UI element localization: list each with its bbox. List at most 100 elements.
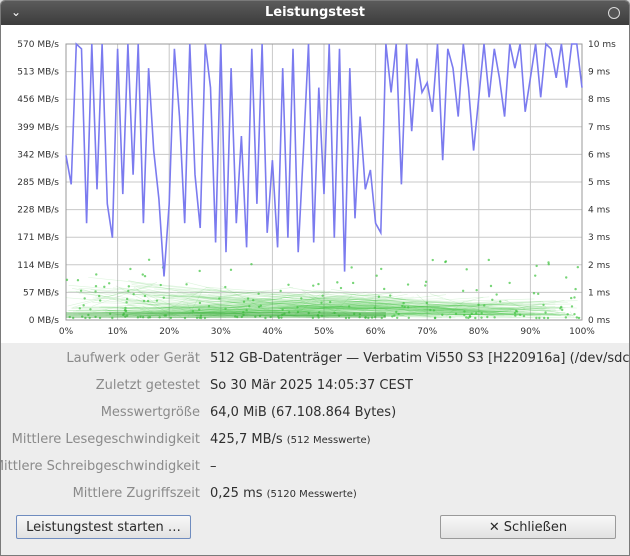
access-time-point: [103, 285, 106, 289]
access-time-band: [66, 312, 386, 318]
access-time-point: [95, 273, 98, 276]
access-time-point: [407, 306, 410, 309]
access-time-point: [519, 313, 522, 317]
right-axis-tick: 5 ms: [588, 178, 610, 188]
access-time-point: [463, 313, 466, 317]
access-time-point: [560, 305, 563, 309]
left-axis-tick: 570 MB/s: [17, 40, 59, 50]
access-time-point: [407, 316, 410, 319]
access-time-point: [242, 300, 246, 303]
access-time-point: [461, 289, 465, 293]
right-axis-tick: 2 ms: [588, 261, 610, 271]
access-time-point: [433, 316, 437, 320]
last-tested-value: So 30 Mär 2025 14:05:37 CEST: [210, 378, 413, 393]
access-time-point: [573, 312, 576, 316]
access-time-point: [329, 300, 332, 304]
access-time-point: [185, 283, 188, 286]
access-time-point: [570, 305, 574, 308]
read-speed-row: Mittlere Lesegeschwindigkeit 425,7 MB/s …: [1, 432, 629, 452]
access-time-point: [124, 306, 127, 310]
access-time-point: [246, 297, 250, 300]
last-tested-row: Zuletzt getestet So 30 Mär 2025 14:05:37…: [1, 378, 629, 398]
access-time-point: [542, 303, 545, 307]
x-axis-tick: 10%: [108, 327, 128, 337]
access-time-point: [406, 283, 410, 286]
access-time-point: [577, 316, 581, 320]
access-time-point: [444, 260, 447, 264]
access-time-point: [570, 296, 573, 300]
access-time-point: [454, 312, 458, 316]
access-time-point: [514, 314, 517, 317]
window-close-icon[interactable]: [608, 7, 620, 19]
access-time-point: [475, 312, 478, 315]
access-time-point: [351, 281, 355, 285]
close-button[interactable]: ✕ Schließen: [440, 515, 616, 539]
access-time-point: [198, 308, 201, 311]
sample-size-label: Messwertgröße: [100, 405, 200, 420]
access-time-point: [317, 282, 320, 286]
access-time-point: [493, 316, 496, 319]
x-axis-tick: 0%: [59, 327, 74, 337]
access-time-point: [129, 267, 132, 271]
x-axis-tick: 70%: [417, 327, 437, 337]
access-time-point: [565, 276, 568, 279]
access-time-point: [487, 258, 490, 262]
right-axis-tick: 7 ms: [588, 123, 610, 133]
access-time-point: [207, 304, 211, 308]
access-time-point: [431, 258, 434, 262]
access-time-point: [321, 294, 324, 297]
access-time-row: Mittlere Zugriffszeit 0,25 ms (5120 Mess…: [1, 486, 629, 506]
close-button-label: Schließen: [503, 520, 568, 535]
access-time-point: [566, 313, 569, 316]
access-time-point: [538, 316, 541, 320]
x-axis-tick: 60%: [366, 327, 386, 337]
left-axis-tick: 114 MB/s: [17, 261, 59, 271]
access-time-point: [465, 316, 468, 319]
access-time-point: [125, 301, 128, 304]
access-time-point: [127, 285, 131, 288]
access-time-point: [573, 296, 576, 299]
access-time-point: [499, 300, 502, 303]
start-benchmark-button[interactable]: Leistungstest starten …: [16, 515, 191, 539]
access-time-point: [155, 299, 159, 302]
right-axis-tick: 0 ms: [588, 316, 610, 326]
left-axis-tick: 0 MB/s: [29, 316, 60, 326]
access-time-point: [483, 304, 486, 307]
access-time-point: [474, 316, 477, 320]
close-x-icon: ✕: [488, 520, 500, 535]
benchmark-window: ⌄ Leistungstest 0 MB/s 57 MB/s 114 MB/s 171…: [0, 0, 630, 556]
right-axis-tick: 10 ms: [588, 40, 616, 50]
sample-size-row: Messwertgröße 64,0 MiB (67.108.864 Bytes…: [1, 405, 629, 425]
access-time-point: [82, 304, 85, 307]
access-time-point: [147, 258, 151, 261]
access-time-label: Mittlere Zugriffszeit: [72, 486, 200, 501]
device-label: Laufwerk oder Gerät: [66, 351, 200, 366]
access-time-point: [107, 282, 111, 285]
left-axis-tick: 399 MB/s: [17, 123, 59, 133]
access-time-point: [127, 289, 130, 293]
access-time-point: [532, 292, 536, 295]
access-time-point: [576, 265, 580, 269]
access-time-point: [142, 299, 146, 303]
last-tested-label: Zuletzt getestet: [95, 378, 200, 393]
access-time-point: [252, 299, 255, 302]
device-row: Laufwerk oder Gerät 512 GB-Datenträger —…: [1, 351, 629, 371]
right-axis-tick: 6 ms: [588, 150, 610, 160]
right-axis-tick: 9 ms: [588, 68, 610, 78]
access-time-point: [132, 292, 135, 296]
access-time-point: [320, 301, 323, 304]
write-speed-value: –: [210, 459, 217, 474]
left-axis-tick: 456 MB/s: [17, 95, 59, 105]
access-time-point: [397, 312, 400, 316]
access-time-point: [495, 293, 498, 296]
benchmark-chart: 0 MB/s 57 MB/s 114 MB/s 171 MB/s 228 MB/s 285…: [1, 25, 629, 343]
access-time-point: [281, 308, 284, 311]
access-time-point: [391, 315, 394, 318]
access-time-point: [94, 284, 98, 288]
access-time-point: [561, 308, 564, 312]
left-axis-tick: 342 MB/s: [17, 150, 59, 160]
x-axis-tick: 50%: [314, 327, 334, 337]
access-time-point: [564, 316, 568, 319]
access-time-point: [279, 289, 282, 293]
access-time-point: [296, 305, 299, 309]
